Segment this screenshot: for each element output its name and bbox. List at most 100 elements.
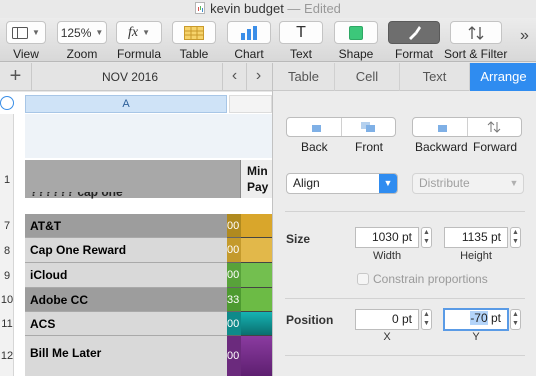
spreadsheet-canvas[interactable]: A 1 Min Pay ?????? cap one 7 AT&T 00 8 C… [0,92,272,376]
constrain-proportions-checkbox[interactable] [357,273,369,285]
position-section-label: Position [286,313,334,327]
text-button[interactable]: T Text [279,21,323,61]
table-cell[interactable] [241,238,272,263]
width-field[interactable]: 1030 pt [355,227,419,248]
document-icon [195,2,206,14]
section-divider [285,298,525,299]
row-number[interactable]: 11 [0,318,14,330]
table-cell[interactable]: 00 [227,336,241,376]
front-label: Front [355,140,384,154]
table-row[interactable]: ACS [25,312,227,336]
back-label: Back [301,140,328,154]
table-cell[interactable] [241,336,272,376]
shape-button[interactable]: Shape [334,21,378,61]
tab-arrange[interactable]: Arrange [470,63,536,91]
table-cell[interactable]: 33 [227,288,241,312]
height-label: Height [460,250,492,262]
x-position-field[interactable]: 0 pt [355,309,419,330]
function-icon: fx [127,24,139,40]
y-position-stepper[interactable]: ▲ ▼ [510,309,521,330]
table-row[interactable]: Bill Me Later [25,336,227,376]
zoom-button[interactable]: 125% ▼ Zoom [57,21,107,61]
y-position-field[interactable]: -70 pt [443,308,509,331]
table-row[interactable]: Cap One Reward [25,238,227,263]
next-sheet-button[interactable]: › [246,63,270,91]
table-row[interactable]: AT&T [25,214,227,238]
table-cell[interactable]: 00 [227,263,241,288]
align-dropdown[interactable]: Align ▼ [286,173,398,194]
back-button[interactable] [287,118,342,136]
sheet-tab-bar: + NOV 2016 ‹ › [0,63,272,91]
table-select-handle[interactable] [0,96,14,110]
table-row[interactable]: Adobe CC [25,288,227,312]
table-row[interactable]: iCloud [25,263,227,288]
forward-label: Forward [473,140,518,154]
backward-button[interactable] [413,118,468,136]
backward-label: Backward [415,140,468,154]
row-number[interactable]: 9 [0,270,14,282]
table-cell[interactable]: 00 [227,312,241,336]
formula-button[interactable]: fx ▼ Formula [116,21,162,61]
view-button[interactable]: ▼ View [6,21,46,61]
distribute-dropdown[interactable]: Distribute ▼ [412,173,524,194]
bring-forward-icon [487,121,501,133]
size-section-label: Size [286,232,311,246]
height-stepper[interactable]: ▲ ▼ [510,227,521,248]
bring-to-front-icon [361,122,376,132]
send-backward-icon [433,122,447,132]
format-button[interactable]: Format [388,21,440,61]
column-header-a[interactable]: A [25,95,227,113]
constrain-proportions-label: Constrain proportions [373,272,488,286]
forward-button[interactable] [468,118,522,136]
format-inspector: Table Cell Text Arrange Back Front Backw… [272,63,536,376]
chevron-down-icon: ▼ [142,28,151,37]
row-number[interactable]: 8 [0,245,14,257]
height-field[interactable]: 1135 pt [444,227,508,248]
chevron-down-icon: ▼ [379,174,397,193]
width-label: Width [372,250,402,262]
table-cell[interactable] [241,214,272,238]
text-icon: T [296,23,306,41]
table-cell[interactable]: 00 [227,238,241,263]
tab-cell[interactable]: Cell [335,63,400,91]
chart-button[interactable]: Chart [227,21,271,61]
window-title-bar: kevin budget — Edited [0,0,536,20]
table-icon [184,25,204,40]
table-cell[interactable] [241,263,272,288]
step-order-control [412,117,522,137]
column-header-b[interactable] [229,95,272,113]
sort-filter-button[interactable]: Sort & Filter [444,21,507,61]
toolbar-overflow-button[interactable]: » [520,27,529,45]
x-position-stepper[interactable]: ▲ ▼ [421,309,432,330]
sort-filter-icon [468,25,484,40]
chart-icon [241,25,257,40]
section-divider [285,211,525,212]
add-sheet-button[interactable]: + [0,63,32,91]
tab-table[interactable]: Table [273,63,335,91]
edited-status: Edited [304,1,341,16]
layer-order-control [286,117,396,137]
front-button[interactable] [342,118,396,136]
row-number[interactable]: 7 [0,220,14,232]
inspector-tabs: Table Cell Text Arrange [273,63,536,91]
section-divider [285,355,525,356]
window-title: kevin budget [210,1,284,16]
sheet-tab-nov-2016[interactable]: NOV 2016 [40,63,220,91]
row-number[interactable]: 12 [0,350,14,362]
y-label: Y [472,331,480,343]
table-button[interactable]: Table [172,21,216,61]
toolbar: ▼ View 125% ▼ Zoom fx ▼ Formula Table Char… [0,18,536,62]
tab-text[interactable]: Text [400,63,470,91]
x-label: X [383,331,391,343]
sidebar-icon [12,26,29,39]
table-cell[interactable]: 00 [227,214,241,238]
table-cell[interactable] [241,312,272,336]
chevron-down-icon: ▼ [32,28,40,37]
table-cell[interactable] [241,288,272,312]
previous-sheet-button[interactable]: ‹ [222,63,246,91]
row-number[interactable]: 1 [0,174,14,186]
min-pay-header[interactable]: Min Pay [241,160,272,198]
table-empty-area [25,114,272,158]
width-stepper[interactable]: ▲ ▼ [421,227,432,248]
row-number[interactable]: 10 [0,294,14,306]
